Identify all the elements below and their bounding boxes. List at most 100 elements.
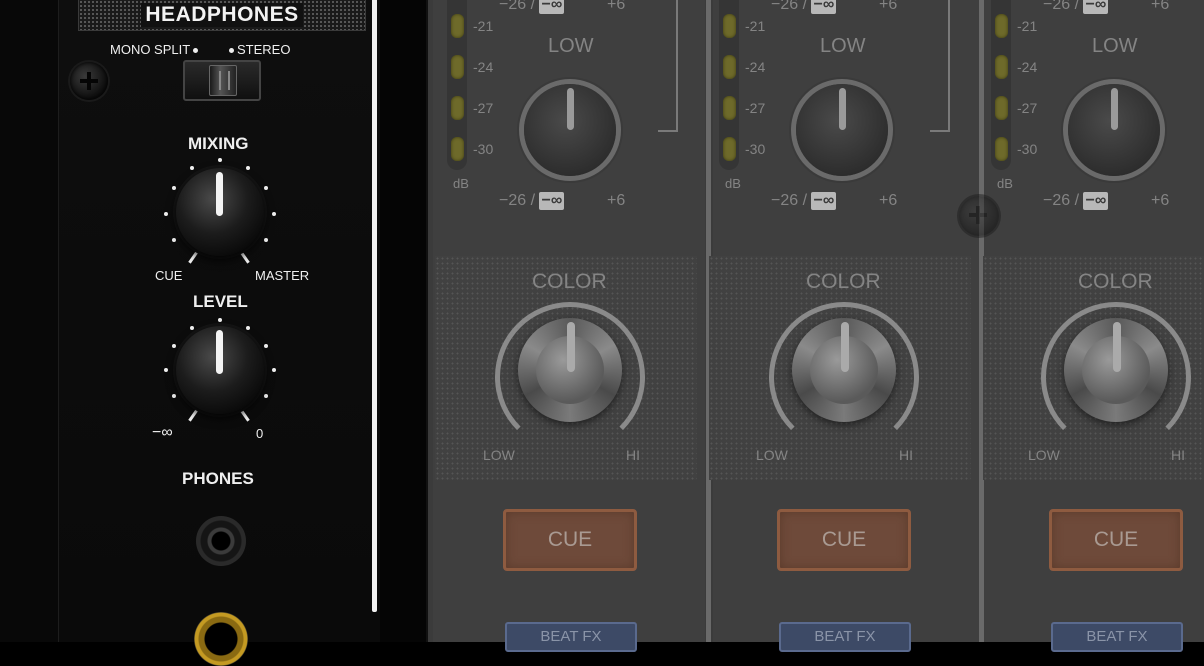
low-label: LOW bbox=[820, 35, 866, 57]
level-tick bbox=[164, 368, 168, 372]
low-label: LOW bbox=[548, 35, 594, 57]
switch-handle[interactable] bbox=[209, 65, 237, 96]
mono-split-text: MONO SPLIT bbox=[110, 42, 191, 57]
color-knob[interactable] bbox=[792, 318, 896, 422]
mixing-knob[interactable] bbox=[176, 168, 264, 256]
screw-icon bbox=[70, 62, 108, 100]
meter-mark: -27 bbox=[1017, 100, 1038, 116]
meter-led bbox=[723, 137, 736, 161]
mixing-tick bbox=[172, 186, 176, 190]
meter-mark: -21 bbox=[745, 18, 766, 34]
mixing-label: MIXING bbox=[188, 134, 249, 153]
meter-led bbox=[451, 55, 464, 79]
mixing-tick bbox=[264, 238, 268, 242]
meter-mark: -27 bbox=[745, 100, 766, 116]
color-label: COLOR bbox=[806, 270, 881, 293]
beat-fx-button[interactable]: BEAT FX bbox=[505, 622, 637, 652]
mixing-tick bbox=[164, 212, 168, 216]
headphones-panel: HEADPHONES MONO SPLIT STEREO MIXING CUE … bbox=[0, 0, 428, 666]
scale-right: +6 bbox=[879, 192, 898, 209]
cue-button[interactable]: CUE bbox=[777, 509, 911, 571]
stereo-dot bbox=[229, 48, 234, 54]
level-tick bbox=[246, 326, 250, 330]
meter-led bbox=[995, 137, 1008, 161]
gold-jack[interactable] bbox=[194, 612, 248, 666]
scale-inf: −∞ bbox=[539, 0, 565, 14]
color-low-label: LOW bbox=[483, 447, 515, 463]
scale-left: −26 / bbox=[771, 0, 808, 13]
scale-right: +6 bbox=[1151, 0, 1170, 13]
meter-mark: -30 bbox=[473, 141, 494, 157]
panel-edge bbox=[380, 0, 428, 642]
cue-button[interactable]: CUE bbox=[1049, 509, 1183, 571]
low-label: LOW bbox=[1092, 35, 1138, 57]
phones-label: PHONES bbox=[182, 469, 254, 488]
channel-strip: -21 -24 -27 -30 dB −26 / −∞ +6 LOW −26 /… bbox=[959, 0, 1204, 652]
level-knob[interactable] bbox=[176, 326, 264, 414]
color-label: COLOR bbox=[1078, 270, 1153, 293]
scale-left: −26 / bbox=[499, 192, 536, 209]
top-scale: −26 / −∞ bbox=[1043, 0, 1109, 14]
mono-stereo-switch[interactable] bbox=[183, 60, 261, 101]
meter-led bbox=[723, 96, 736, 120]
mixing-tick bbox=[264, 186, 268, 190]
channel-strip: -21 -24 -27 -30 dB −26 / −∞ +6 LOW −26 /… bbox=[709, 0, 985, 652]
scale-right: +6 bbox=[607, 192, 626, 209]
scale-right: +6 bbox=[607, 0, 626, 13]
cue-label: CUE bbox=[155, 268, 183, 283]
level-tick bbox=[264, 344, 268, 348]
mono-split-label: MONO SPLIT bbox=[110, 42, 201, 57]
low-eq-knob[interactable] bbox=[524, 84, 616, 176]
mono-split-dot bbox=[193, 48, 199, 54]
color-knob[interactable] bbox=[1064, 318, 1168, 422]
meter-mark: -24 bbox=[473, 59, 494, 75]
scale-left: −26 / bbox=[1043, 192, 1080, 209]
db-label: dB bbox=[453, 176, 469, 191]
meter-led bbox=[995, 55, 1008, 79]
mixing-tick bbox=[246, 166, 250, 170]
level-tick bbox=[190, 326, 194, 330]
scale-inf: −∞ bbox=[811, 0, 837, 14]
panel-rail bbox=[372, 0, 377, 612]
channel-strip: -21 -24 -27 -30 dB −26 / −∞ +6 LOW −26 /… bbox=[433, 0, 705, 652]
beat-fx-button[interactable]: BEAT FX bbox=[1051, 622, 1183, 652]
scale-left: −26 / bbox=[1043, 0, 1080, 13]
scale-right: +6 bbox=[1151, 192, 1170, 209]
color-label: COLOR bbox=[532, 270, 607, 293]
phones-jack[interactable] bbox=[196, 516, 246, 566]
db-label: dB bbox=[725, 176, 741, 191]
meter-mark: -24 bbox=[745, 59, 766, 75]
headphones-title: HEADPHONES bbox=[141, 3, 303, 27]
meter-mark: -27 bbox=[473, 100, 494, 116]
meter-led bbox=[451, 14, 464, 38]
color-hi-label: HI bbox=[1171, 447, 1185, 463]
scale-inf: −∞ bbox=[539, 192, 565, 210]
top-scale: −26 / −∞ bbox=[771, 0, 837, 14]
color-knob[interactable] bbox=[518, 318, 622, 422]
level-max-label: 0 bbox=[256, 426, 264, 441]
beat-fx-button[interactable]: BEAT FX bbox=[779, 622, 911, 652]
bracket-line bbox=[658, 0, 678, 132]
channel-strips: -21 -24 -27 -30 dB −26 / −∞ +6 LOW −26 /… bbox=[428, 0, 1204, 652]
headphones-title-box: HEADPHONES bbox=[78, 0, 366, 31]
bottom-scale: −26 / −∞ bbox=[1043, 192, 1109, 210]
meter-led bbox=[995, 96, 1008, 120]
mixing-tick bbox=[190, 166, 194, 170]
top-scale: −26 / −∞ bbox=[499, 0, 565, 14]
scale-inf: −∞ bbox=[1083, 0, 1109, 14]
meter-mark: -21 bbox=[473, 18, 494, 34]
mixing-tick bbox=[272, 212, 276, 216]
meter-mark: -24 bbox=[1017, 59, 1038, 75]
scale-inf: −∞ bbox=[811, 192, 837, 210]
bottom-scale: −26 / −∞ bbox=[771, 192, 837, 210]
screw-icon bbox=[959, 196, 999, 236]
scale-left: −26 / bbox=[771, 192, 808, 209]
meter-mark: -21 bbox=[1017, 18, 1038, 34]
low-eq-knob[interactable] bbox=[1068, 84, 1160, 176]
cue-button[interactable]: CUE bbox=[503, 509, 637, 571]
stereo-text: STEREO bbox=[237, 42, 291, 57]
low-eq-knob[interactable] bbox=[796, 84, 888, 176]
color-hi-label: HI bbox=[899, 447, 913, 463]
color-low-label: LOW bbox=[1028, 447, 1060, 463]
level-label: LEVEL bbox=[193, 292, 248, 311]
